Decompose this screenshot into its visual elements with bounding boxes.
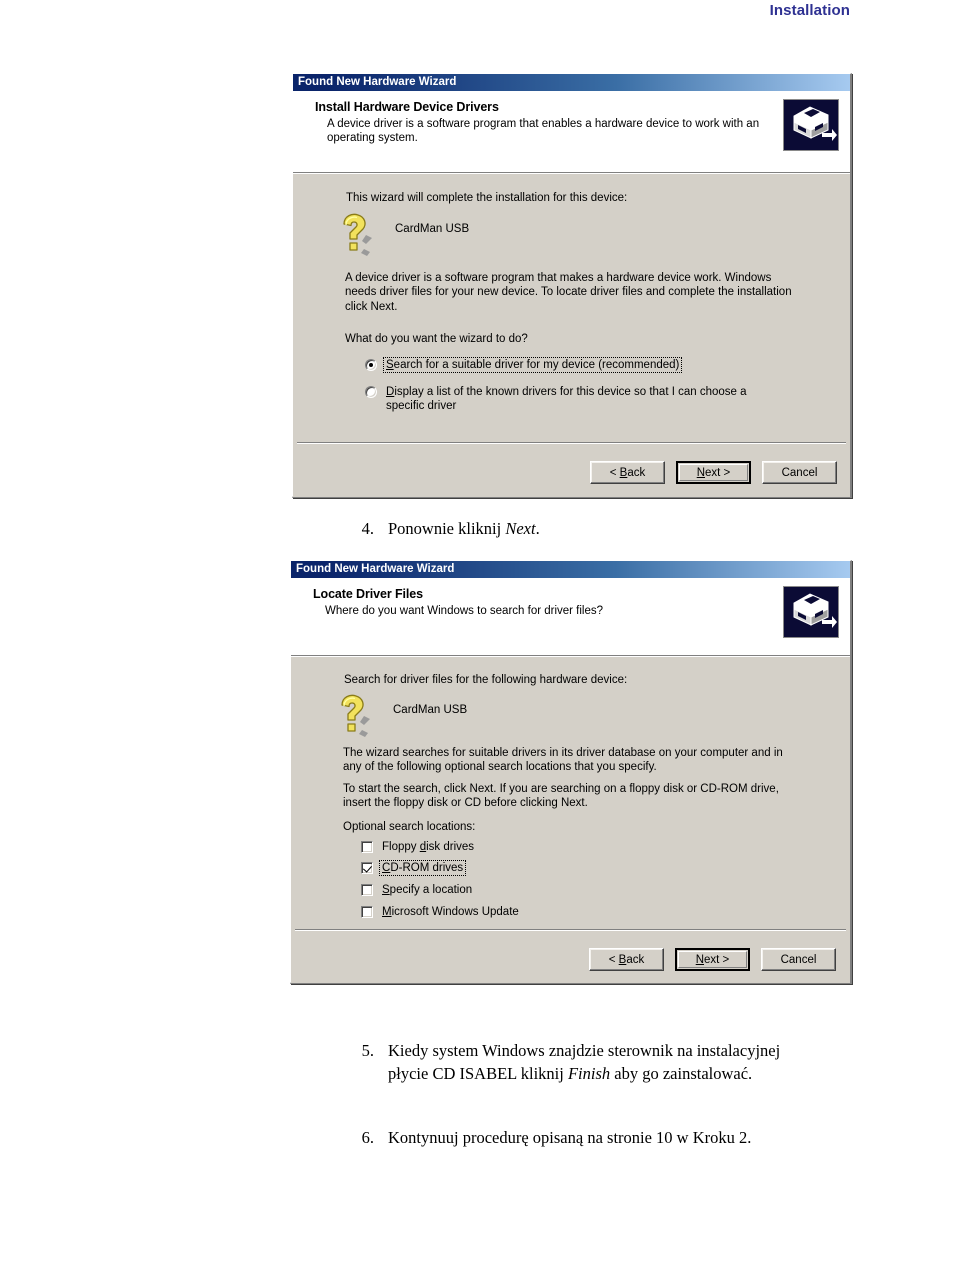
next-button[interactable]: Next >: [676, 461, 751, 484]
radio-text-display: isplay a list of the known drivers for t…: [386, 386, 747, 413]
dialog2-optional-search-label: Optional search locations:: [343, 821, 476, 833]
next-button-label: Next >: [695, 953, 730, 966]
checkbox-label-floppy-disk-drives: Floppy disk drives: [382, 841, 475, 853]
radio-option-search-suitable-driver[interactable]: Search for a suitable driver for my devi…: [365, 356, 785, 374]
checkbox-label-specify-a-location: Specify a location: [382, 884, 473, 896]
radio-label-search-suitable-driver: Search for a suitable driver for my devi…: [382, 356, 683, 374]
dialog2-button-row: < Back Next > Cancel: [589, 948, 836, 971]
page-header: Installation: [0, 0, 960, 24]
checkbox-label-cd-rom-drives: CD-ROM drives: [378, 859, 467, 877]
radio-label-display-known-drivers: Display a list of the known drivers for …: [384, 385, 789, 414]
radio-accel-search: S: [386, 359, 394, 371]
question-mark-icon: [336, 693, 376, 742]
dialog1-device-name: CardMan USB: [395, 223, 470, 235]
radio-text-search: earch for a suitable driver for my devic…: [393, 359, 680, 371]
checkbox-row-floppy-disk-drives[interactable]: Floppy disk drives: [361, 840, 661, 854]
checkbox-microsoft-windows-update[interactable]: [361, 906, 373, 918]
dialog2-title-text: Found New Hardware Wizard: [296, 563, 455, 575]
step-6-text: Kontynuuj procedurę opisaną na stronie 1…: [388, 1128, 752, 1147]
step-5-text: Kiedy system Windows znajdzie sterownik …: [388, 1041, 781, 1083]
dialog1-body: This wizard will complete the installati…: [293, 173, 850, 497]
back-button-label: < Back: [609, 466, 646, 479]
dialog2-titlebar: Found New Hardware Wizard: [291, 561, 850, 578]
dialog1-intro-text: This wizard will complete the installati…: [346, 192, 628, 204]
back-button[interactable]: < Back: [590, 461, 665, 484]
step-6-number: 6.: [361, 1128, 374, 1147]
dialog1-titlebar: Found New Hardware Wizard: [293, 74, 850, 91]
dialog1-title-text: Found New Hardware Wizard: [298, 76, 457, 88]
dialog2-header-title: Locate Driver Files: [313, 587, 423, 601]
radio-button-search-suitable-driver[interactable]: [365, 359, 377, 371]
step-4-text: Ponownie kliknij Next.: [388, 519, 540, 538]
checkbox-row-specify-a-location[interactable]: Specify a location: [361, 883, 661, 897]
checkbox-floppy-disk-drives[interactable]: [361, 841, 373, 853]
step-5: 5. Kiedy system Windows znajdzie sterown…: [348, 1040, 816, 1086]
dialog1-button-separator: [297, 442, 846, 444]
hardware-device-icon: [783, 586, 839, 638]
dialog2-header: Locate Driver Files Where do you want Wi…: [291, 578, 850, 656]
checkbox-row-cd-rom-drives[interactable]: CD-ROM drives: [361, 859, 661, 877]
dialog1-button-row: < Back Next > Cancel: [590, 461, 837, 484]
page-title: Installation: [769, 2, 850, 19]
dialog2-intro-text: Search for driver files for the followin…: [344, 674, 628, 686]
dialog1-header-subtitle: A device driver is a software program th…: [327, 118, 760, 145]
question-mark-icon: [338, 212, 378, 261]
cancel-button-label: Cancel: [780, 953, 817, 966]
dialog2-paragraph-1: The wizard searches for suitable drivers…: [343, 747, 783, 774]
dialog2-paragraph-2: To start the search, click Next. If you …: [343, 783, 779, 810]
dialog2-button-separator: [295, 929, 846, 931]
dialog2-body: Search for driver files for the followin…: [291, 656, 850, 983]
next-button-label: Next >: [696, 466, 731, 479]
dialog1-question: What do you want the wizard to do?: [345, 333, 528, 345]
wizard-dialog-locate-driver-files: Found New Hardware Wizard Locate Driver …: [290, 560, 852, 984]
step-4-number: 4.: [361, 519, 374, 538]
checkbox-row-microsoft-windows-update[interactable]: Microsoft Windows Update: [361, 905, 661, 919]
step-6: 6. Kontynuuj procedurę opisaną na stroni…: [348, 1127, 828, 1150]
dialog2-header-subtitle: Where do you want Windows to search for …: [325, 605, 604, 617]
hardware-device-icon: [783, 99, 839, 151]
step-5-number: 5.: [361, 1041, 374, 1060]
wizard-dialog-install-hardware-device-drivers: Found New Hardware Wizard Install Hardwa…: [292, 73, 852, 498]
dialog1-header-title: Install Hardware Device Drivers: [315, 100, 499, 114]
step-4: 4. Ponownie kliknij Next.: [348, 518, 788, 541]
cancel-button[interactable]: Cancel: [761, 948, 836, 971]
radio-option-display-known-drivers[interactable]: Display a list of the known drivers for …: [365, 385, 789, 414]
checkbox-label-microsoft-windows-update: Microsoft Windows Update: [382, 906, 519, 918]
radio-button-display-known-drivers[interactable]: [365, 386, 377, 398]
back-button-label: < Back: [608, 953, 645, 966]
dialog1-description: A device driver is a software program th…: [345, 272, 792, 313]
dialog2-device-name: CardMan USB: [393, 704, 468, 716]
cancel-button-label: Cancel: [781, 466, 818, 479]
next-button[interactable]: Next >: [675, 948, 750, 971]
checkbox-specify-a-location[interactable]: [361, 884, 373, 896]
dialog1-header: Install Hardware Device Drivers A device…: [293, 91, 850, 173]
checkbox-cd-rom-drives[interactable]: [361, 862, 373, 874]
cancel-button[interactable]: Cancel: [762, 461, 837, 484]
back-button[interactable]: < Back: [589, 948, 664, 971]
